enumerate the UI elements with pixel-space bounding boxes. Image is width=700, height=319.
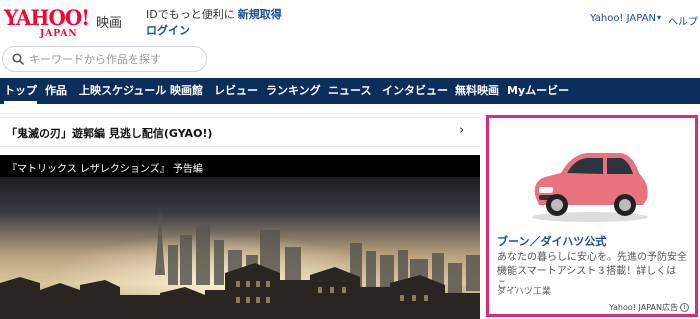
main-nav: トップ 作品 上映スケジュール 映画館 レビュー ランキング ニュース インタビ… [0,78,700,104]
id-promo-text: IDでもっと便利に [146,8,235,21]
service-name[interactable]: 映画 [96,12,122,31]
ad-title[interactable]: ブーン／ダイハツ公式 [497,233,606,249]
chevron-right-icon: › [459,123,465,138]
id-promo: IDでもっと便利に 新規取得 [146,6,282,22]
nav-item-free-movies[interactable]: 無料映画 [455,78,499,104]
nav-item-schedule[interactable]: 上映スケジュール [79,78,166,104]
nav-item-top[interactable]: トップ [4,78,37,104]
info-icon[interactable]: i [680,303,689,312]
nav-item-works[interactable]: 作品 [45,78,67,104]
video-player[interactable]: 『マトリックス レザレクションズ』 予告編 [0,155,480,319]
ad-card[interactable]: ブーン／ダイハツ公式 あなたの暮らしに安心を。先進の予防安全機能スマートアシスト… [486,115,698,317]
nav-item-theaters[interactable]: 映画館 [170,78,203,104]
chevron-down-icon[interactable]: ▾ [657,13,661,22]
nav-item-reviews[interactable]: レビュー [214,78,258,104]
help-link[interactable]: ヘルプ [668,13,698,28]
site-header: YAHOO! JAPAN 映画 IDでもっと便利に 新規取得 ログイン Yahoo… [0,0,700,40]
nav-item-news[interactable]: ニュース [328,78,371,104]
ad-sponsor: ダイハツ工業 [497,287,551,297]
nav-item-interview[interactable]: インタビュー [382,78,448,104]
search-icon [12,53,24,65]
section-divider [0,113,480,114]
yahoo-japan-logo[interactable]: YAHOO! JAPAN [4,5,94,39]
logo-wordmark: YAHOO! [4,5,90,30]
register-link[interactable]: 新規取得 [238,8,282,21]
search-box[interactable] [2,46,207,72]
car-image [532,153,648,222]
login-link[interactable]: ログイン [146,22,190,38]
nav-item-ranking[interactable]: ランキング [266,78,321,104]
search-input[interactable] [29,50,199,68]
gyao-banner-text: 「鬼滅の刃」遊郭編 見逃し配信(GYAO!) [6,127,213,140]
gyao-banner[interactable]: 「鬼滅の刃」遊郭編 見逃し配信(GYAO!) › [0,117,480,147]
nav-item-my-movie[interactable]: Myムービー [507,78,569,104]
ad-label[interactable]: Yahoo! JAPAN広告 i [609,302,689,313]
video-title: 『マトリックス レザレクションズ』 予告編 [7,164,203,175]
video-thumbnail [0,155,480,319]
logo-subtext: JAPAN [40,29,78,39]
ad-label-text: Yahoo! JAPAN広告 [609,303,678,312]
yahoo-japan-link[interactable]: Yahoo! JAPAN [590,13,656,24]
